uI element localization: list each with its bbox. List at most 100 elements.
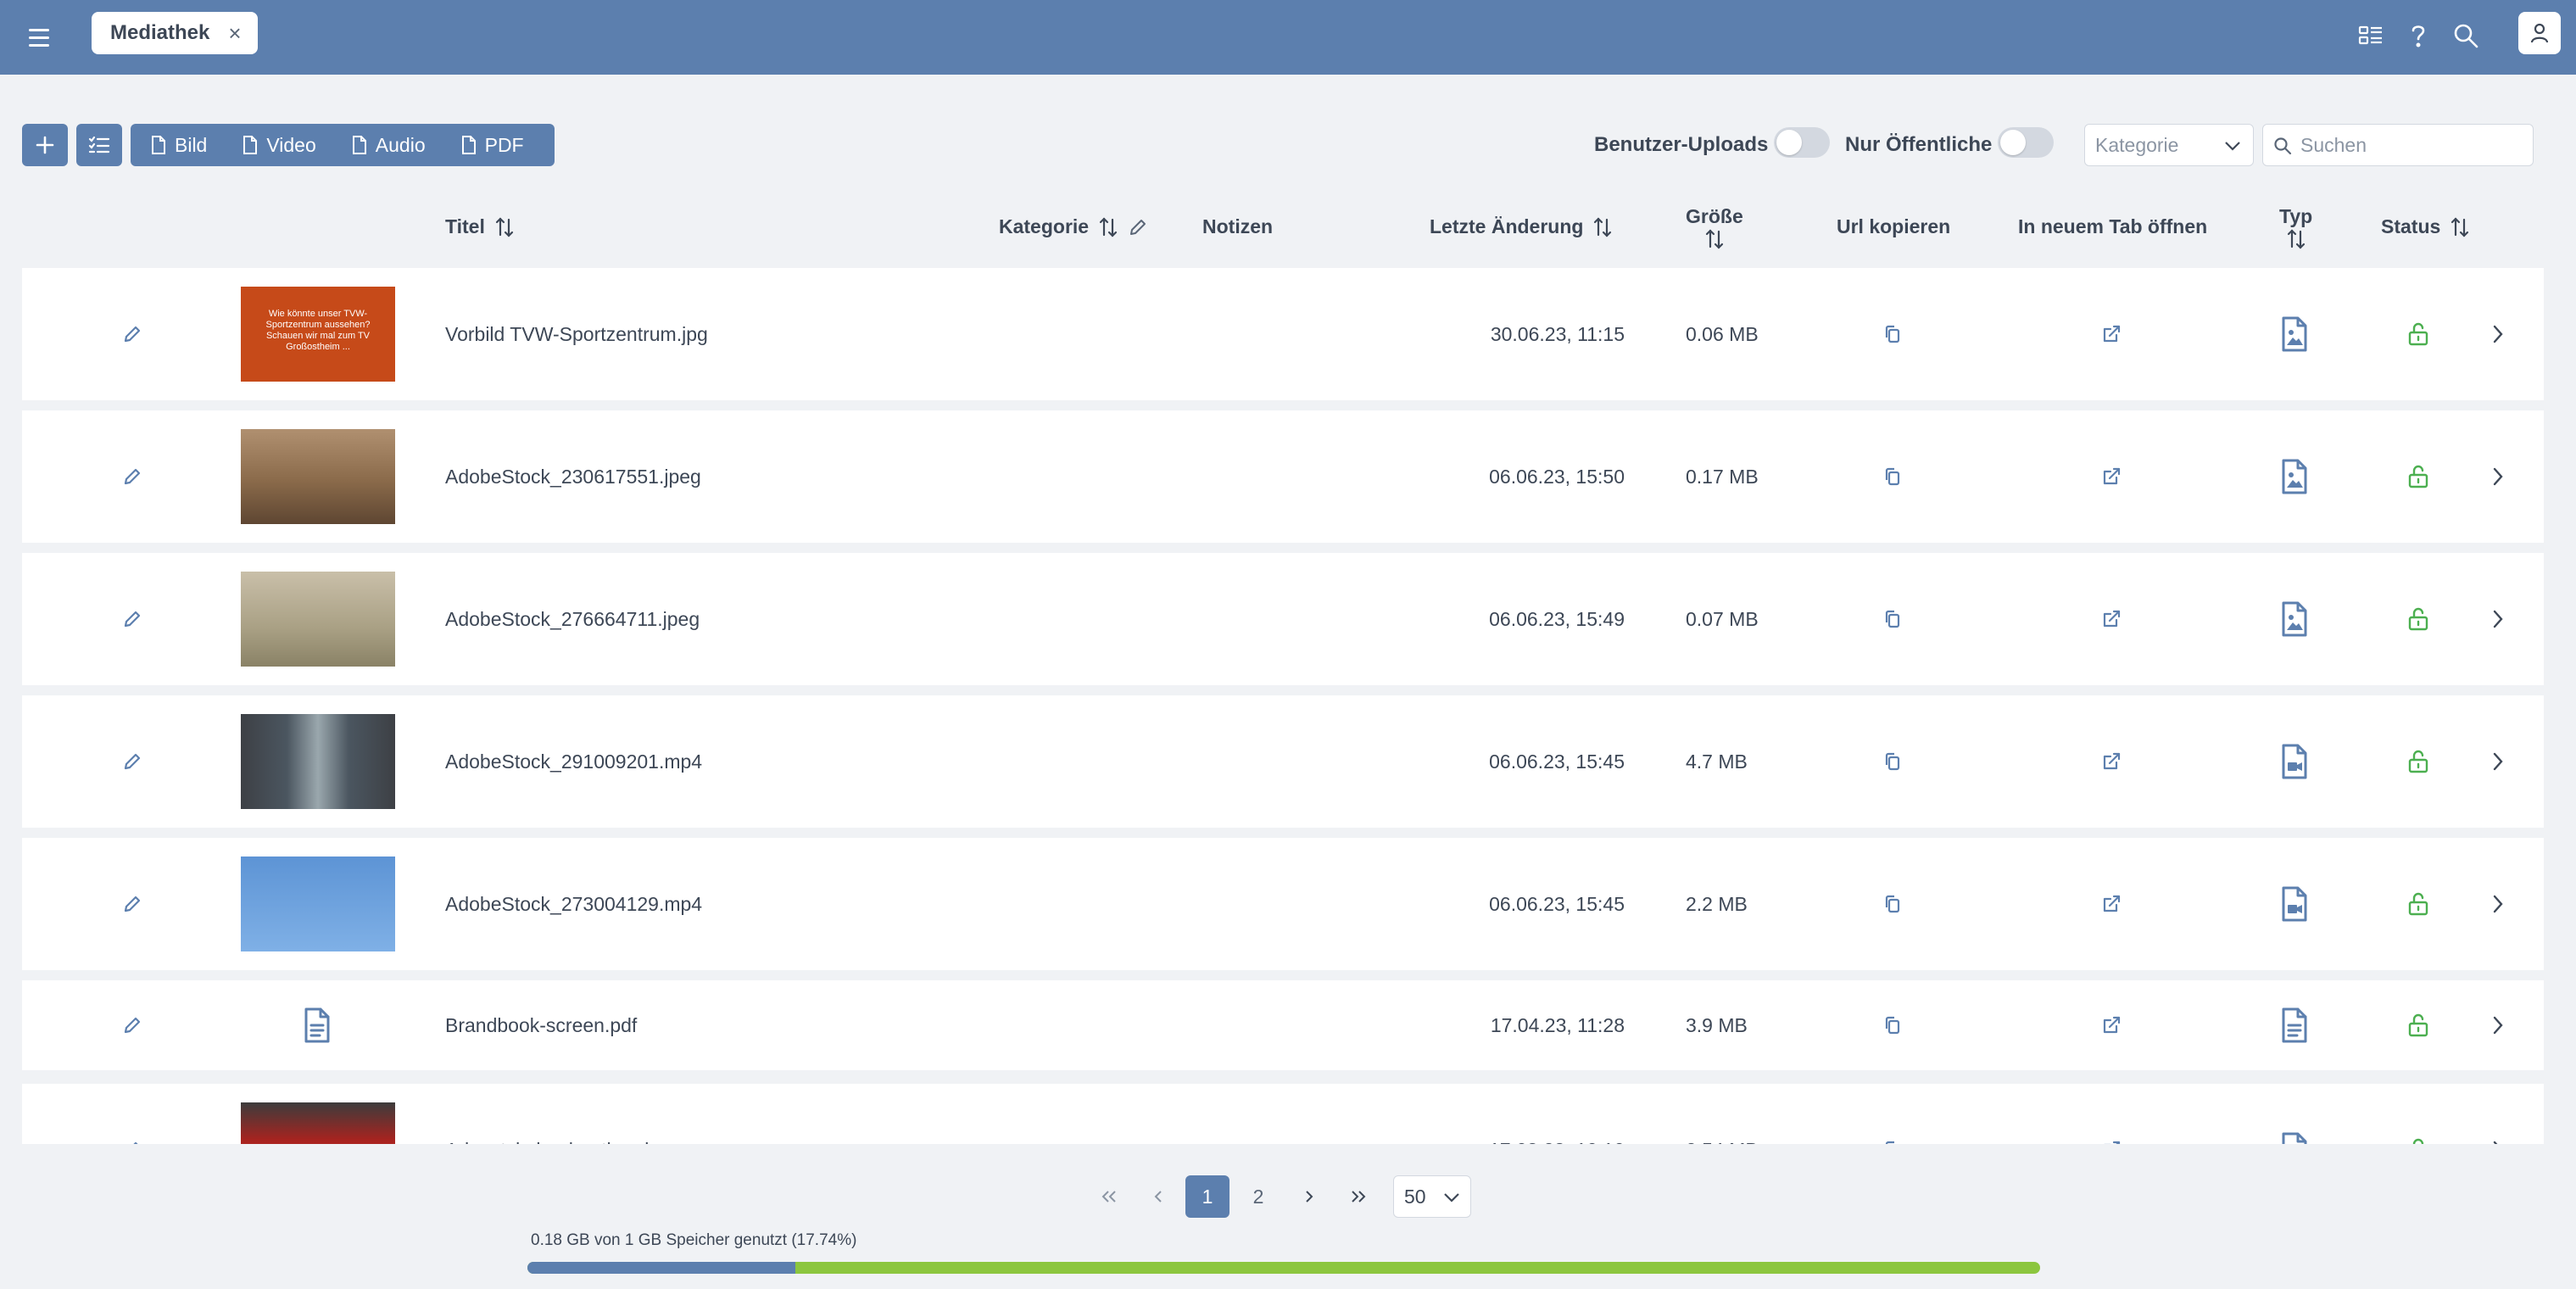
unlock-icon[interactable] xyxy=(2401,602,2435,636)
pencil-icon[interactable] xyxy=(1128,217,1148,237)
table-row[interactable]: AdobeStock_291009201.mp4 06.06.23, 15:45 4… xyxy=(22,695,2544,828)
last-change-date: 30.06.23, 11:15 xyxy=(1490,323,1625,345)
copy-icon[interactable] xyxy=(1876,887,1910,921)
filter-audio-button[interactable]: Audio xyxy=(350,134,426,157)
prev-page-button[interactable] xyxy=(1136,1175,1180,1218)
copy-icon[interactable] xyxy=(1876,317,1910,351)
sort-icon xyxy=(2451,216,2469,237)
file-icon xyxy=(352,136,366,154)
unlock-icon[interactable] xyxy=(2401,745,2435,778)
filter-audio-label: Audio xyxy=(375,133,426,156)
close-icon[interactable]: × xyxy=(222,20,248,46)
external-link-icon[interactable] xyxy=(2094,602,2128,636)
external-link-icon[interactable] xyxy=(2094,887,2128,921)
search-icon[interactable] xyxy=(2447,17,2484,54)
file-size: 0.06 MB xyxy=(1686,323,1759,345)
storage-used-fill xyxy=(527,1262,796,1274)
copy-icon[interactable] xyxy=(1876,602,1910,636)
pencil-icon[interactable] xyxy=(115,602,149,636)
column-header-size[interactable]: Größe xyxy=(1686,205,1743,255)
last-change-date: 06.06.23, 15:49 xyxy=(1489,608,1625,630)
external-link-icon[interactable] xyxy=(2094,1008,2128,1042)
column-header-type[interactable]: Typ xyxy=(2279,205,2312,255)
table-row[interactable]: AdobeStock_273004129.mp4 06.06.23, 15:45 2… xyxy=(22,838,2544,970)
copy-icon[interactable] xyxy=(1876,1008,1910,1042)
file-icon xyxy=(152,136,165,154)
chevron-right-icon[interactable] xyxy=(2481,1133,2515,1144)
video-file-icon xyxy=(2272,884,2317,924)
pencil-icon[interactable] xyxy=(115,1008,149,1042)
next-page-button[interactable] xyxy=(1287,1175,1331,1218)
chevron-right-icon xyxy=(1306,1191,1313,1203)
table-row[interactable]: AdobeStock_276664711.jpeg 06.06.23, 15:49… xyxy=(22,553,2544,685)
unlock-icon[interactable] xyxy=(2401,887,2435,921)
external-link-icon[interactable] xyxy=(2094,460,2128,494)
add-button[interactable] xyxy=(22,124,68,166)
search-icon xyxy=(2274,137,2292,155)
last-page-button[interactable] xyxy=(1336,1175,1380,1218)
chevron-down-icon xyxy=(1444,1193,1459,1203)
chevron-right-icon[interactable] xyxy=(2481,887,2515,921)
per-page-select[interactable]: 50 xyxy=(1393,1175,1471,1218)
chevron-down-icon xyxy=(2225,142,2240,151)
page-button-1[interactable]: 1 xyxy=(1185,1175,1229,1218)
sort-icon xyxy=(495,216,513,237)
unlock-icon[interactable] xyxy=(2401,1008,2435,1042)
pencil-icon[interactable] xyxy=(115,887,149,921)
file-size: 0.17 MB xyxy=(1686,466,1759,488)
table-row[interactable]: Brandbook-screen.pdf 17.04.23, 11:28 3.9 M… xyxy=(22,980,2544,1070)
sort-icon xyxy=(1705,229,1723,249)
tab-mediathek[interactable]: Mediathek × xyxy=(92,12,258,54)
file-name: AdobeStock_291009201.mp4 xyxy=(445,751,703,773)
search-field[interactable] xyxy=(2262,124,2534,166)
table-row[interactable]: Adventskalender_thumb.png 17.03.23, 10:10… xyxy=(22,1084,2544,1144)
filter-pdf-label: PDF xyxy=(484,133,524,156)
pencil-icon[interactable] xyxy=(115,317,149,351)
column-header-category[interactable]: Kategorie xyxy=(999,215,1148,238)
image-file-icon xyxy=(2272,1130,2317,1144)
pencil-icon[interactable] xyxy=(115,1133,149,1144)
pencil-icon[interactable] xyxy=(115,745,149,778)
user-uploads-toggle[interactable] xyxy=(1774,127,1830,158)
menu-icon[interactable] xyxy=(25,22,56,53)
checklist-button[interactable] xyxy=(76,124,122,166)
external-link-icon[interactable] xyxy=(2094,317,2128,351)
pencil-icon[interactable] xyxy=(115,460,149,494)
column-last-change-label: Letzte Änderung xyxy=(1430,215,1584,237)
help-icon[interactable] xyxy=(2400,17,2437,54)
chevron-right-icon[interactable] xyxy=(2481,602,2515,636)
external-link-icon[interactable] xyxy=(2094,1133,2128,1144)
filter-bild-button[interactable]: Bild xyxy=(149,134,207,157)
tab-label: Mediathek xyxy=(110,21,210,44)
column-header-last-change[interactable]: Letzte Änderung xyxy=(1430,215,1614,238)
copy-icon[interactable] xyxy=(1876,460,1910,494)
first-page-button[interactable] xyxy=(1087,1175,1131,1218)
chevron-right-icon[interactable] xyxy=(2481,1008,2515,1042)
user-button[interactable] xyxy=(2518,12,2561,54)
chevron-right-icon[interactable] xyxy=(2481,460,2515,494)
unlock-icon[interactable] xyxy=(2401,1133,2435,1144)
file-size: 2.54 MB xyxy=(1686,1139,1759,1144)
column-header-copy-url: Url kopieren xyxy=(1837,215,1950,238)
search-input[interactable] xyxy=(2300,131,2521,159)
grid-icon[interactable] xyxy=(2352,17,2389,54)
column-type-label: Typ xyxy=(2279,205,2313,227)
last-change-date: 17.03.23, 10:10 xyxy=(1472,1139,1625,1144)
external-link-icon[interactable] xyxy=(2094,745,2128,778)
table-row[interactable]: Wie könnte unser TVW-Sportzentrum ausseh… xyxy=(22,268,2544,400)
column-header-title[interactable]: Titel xyxy=(445,215,516,238)
unlock-icon[interactable] xyxy=(2401,460,2435,494)
page-button-2[interactable]: 2 xyxy=(1236,1175,1280,1218)
column-header-status[interactable]: Status xyxy=(2381,215,2471,238)
filter-pdf-button[interactable]: PDF xyxy=(460,134,524,157)
unlock-icon[interactable] xyxy=(2401,317,2435,351)
public-only-toggle[interactable] xyxy=(1998,127,2054,158)
filter-video-button[interactable]: Video xyxy=(241,134,316,157)
user-uploads-label: Benutzer-Uploads xyxy=(1594,133,1769,156)
category-select[interactable]: Kategorie xyxy=(2084,124,2254,166)
chevron-right-icon[interactable] xyxy=(2481,317,2515,351)
copy-icon[interactable] xyxy=(1876,1133,1910,1144)
chevron-right-icon[interactable] xyxy=(2481,745,2515,778)
table-row[interactable]: AdobeStock_230617551.jpeg 06.06.23, 15:50… xyxy=(22,410,2544,543)
copy-icon[interactable] xyxy=(1876,745,1910,778)
